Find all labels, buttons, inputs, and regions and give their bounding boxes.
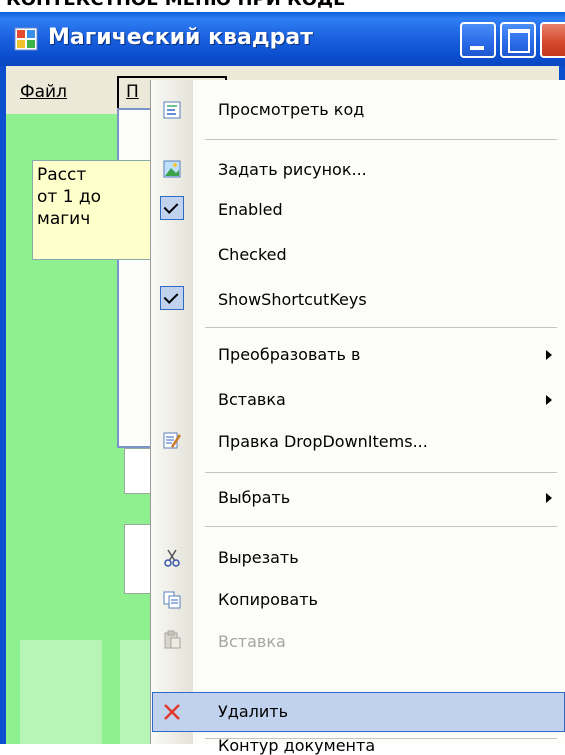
app-icon (14, 27, 38, 51)
menu-item-paste: Вставка (218, 632, 286, 651)
window-title: Магический квадрат (48, 25, 313, 50)
menu-item-cut[interactable]: Вырезать (218, 548, 299, 567)
header-text: КОНТЕКСТНОЕ МЕНЮ ПРИ КОДЕ (6, 0, 345, 10)
menu-separator (205, 139, 557, 140)
menu-edit-label: П (126, 82, 139, 102)
menu-item-show-shortcut-keys[interactable]: ShowShortcutKeys (218, 290, 367, 309)
check-icon (160, 286, 184, 310)
scissors-icon (164, 549, 180, 567)
menu-item-set-image[interactable]: Задать рисунок... (218, 160, 367, 179)
close-button[interactable] (540, 22, 565, 58)
delete-icon (164, 704, 180, 720)
menu-separator (205, 526, 557, 527)
maximize-icon (508, 29, 530, 53)
check-icon (160, 196, 184, 220)
edit-items-icon (163, 432, 182, 449)
minimize-icon (470, 46, 484, 50)
info-label-line: Расст (37, 165, 87, 185)
cropped-header-text: КОНТЕКСТНОЕ МЕНЮ ПРИ КОДЕ (0, 0, 565, 12)
context-menu (150, 80, 565, 744)
menu-item-document-outline[interactable]: Контур документа (218, 736, 375, 755)
info-label-line: магич (37, 209, 91, 229)
menu-item-checked[interactable]: Checked (218, 245, 287, 264)
copy-icon (163, 591, 181, 609)
maximize-button[interactable] (500, 22, 536, 58)
view-code-icon (163, 101, 181, 119)
paste-icon (164, 630, 181, 649)
menu-item-insert-submenu[interactable]: Вставка (218, 390, 286, 409)
menu-item-delete[interactable]: Удалить (218, 702, 288, 721)
image-icon (163, 160, 181, 178)
menu-item-highlight (152, 692, 565, 732)
menu-item-convert-to[interactable]: Преобразовать в (218, 345, 360, 364)
menu-item-enabled[interactable]: Enabled (218, 200, 283, 219)
submenu-arrow-icon (546, 395, 552, 405)
menu-item-select[interactable]: Выбрать (218, 488, 290, 507)
minimize-button[interactable] (460, 22, 496, 58)
submenu-arrow-icon (546, 493, 552, 503)
info-label-line: от 1 до (37, 187, 102, 207)
menu-item-view-code[interactable]: Просмотреть код (218, 100, 364, 119)
menu-item-copy[interactable]: Копировать (218, 590, 318, 609)
menu-file[interactable]: Файл (20, 82, 67, 102)
grid-cell[interactable] (120, 640, 154, 744)
menu-separator (205, 472, 557, 473)
menu-item-edit-dropdown-items[interactable]: Правка DropDownItems... (218, 432, 428, 451)
menu-separator (205, 327, 557, 328)
grid-cell[interactable] (20, 640, 102, 744)
submenu-arrow-icon (546, 350, 552, 360)
